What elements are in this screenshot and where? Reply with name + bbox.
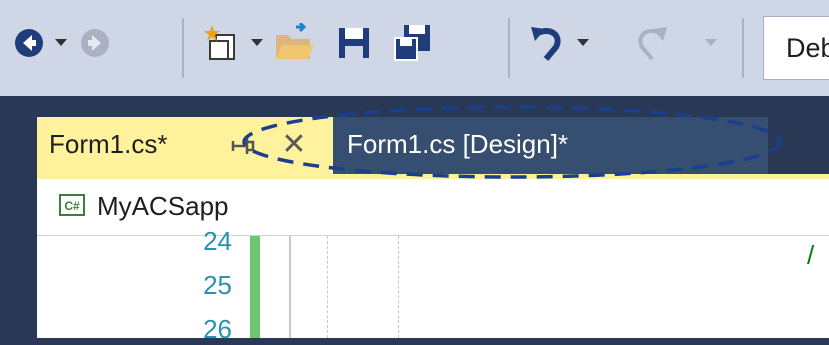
new-project-button[interactable] bbox=[198, 18, 246, 68]
csharp-project-icon: C# bbox=[59, 194, 85, 216]
line-number: 26 bbox=[203, 314, 232, 344]
line-number: 25 bbox=[203, 270, 232, 300]
project-name: MyACSapp bbox=[97, 191, 229, 221]
toolbar-separator bbox=[508, 18, 510, 78]
line-number-margin: 24 25 26 bbox=[37, 226, 232, 344]
chevron-down-icon bbox=[251, 39, 263, 46]
redo-dropdown[interactable] bbox=[702, 18, 720, 68]
tab-title: Form1.cs [Design]* bbox=[347, 129, 569, 159]
line-number: 24 bbox=[203, 226, 232, 256]
redo-icon bbox=[638, 27, 667, 61]
pin-icon[interactable] bbox=[229, 133, 255, 159]
forward-arrow-icon bbox=[81, 29, 109, 57]
navigation-bar[interactable]: C# MyACSapp bbox=[37, 179, 829, 236]
tab-title: Form1.cs* bbox=[49, 129, 168, 159]
save-icon bbox=[339, 28, 369, 58]
chevron-down-icon bbox=[705, 39, 717, 46]
indent-guide bbox=[327, 236, 328, 338]
outlining-margin bbox=[289, 236, 291, 338]
save-all-button[interactable] bbox=[388, 18, 436, 68]
chevron-down-icon bbox=[577, 39, 589, 46]
indent-guide bbox=[398, 236, 399, 338]
open-file-icon bbox=[276, 23, 314, 59]
navigate-backward-button[interactable] bbox=[8, 18, 50, 68]
undo-icon bbox=[531, 27, 561, 61]
tab-form1-cs[interactable]: Form1.cs* ✕ bbox=[37, 117, 333, 174]
undo-dropdown[interactable] bbox=[574, 18, 592, 68]
new-project-dropdown[interactable] bbox=[248, 18, 266, 68]
open-file-button[interactable] bbox=[270, 18, 318, 68]
new-project-icon bbox=[204, 25, 235, 60]
standard-toolbar: Deb bbox=[0, 0, 829, 96]
back-arrow-icon bbox=[15, 29, 43, 57]
toolbar-separator bbox=[742, 18, 744, 78]
code-editor[interactable]: 24 25 26 / bbox=[37, 226, 829, 344]
change-tracking-marker bbox=[250, 236, 260, 338]
navigate-backward-dropdown[interactable] bbox=[52, 18, 70, 68]
solution-configuration-value: Deb bbox=[786, 33, 829, 63]
save-all-icon bbox=[394, 25, 430, 61]
solution-configuration-dropdown[interactable]: Deb bbox=[763, 16, 829, 80]
language-badge: C# bbox=[64, 199, 80, 213]
tab-form1-cs-design[interactable]: Form1.cs [Design]* bbox=[333, 117, 768, 174]
undo-button[interactable] bbox=[524, 18, 570, 68]
navigate-forward-button[interactable] bbox=[74, 18, 116, 68]
close-tab-button[interactable]: ✕ bbox=[277, 127, 311, 161]
close-icon: ✕ bbox=[281, 127, 307, 161]
redo-button[interactable] bbox=[628, 18, 674, 68]
code-comment-fragment: / bbox=[807, 240, 815, 270]
toolbar-separator bbox=[182, 18, 184, 78]
chevron-down-icon bbox=[55, 39, 67, 46]
save-button[interactable] bbox=[330, 18, 378, 68]
